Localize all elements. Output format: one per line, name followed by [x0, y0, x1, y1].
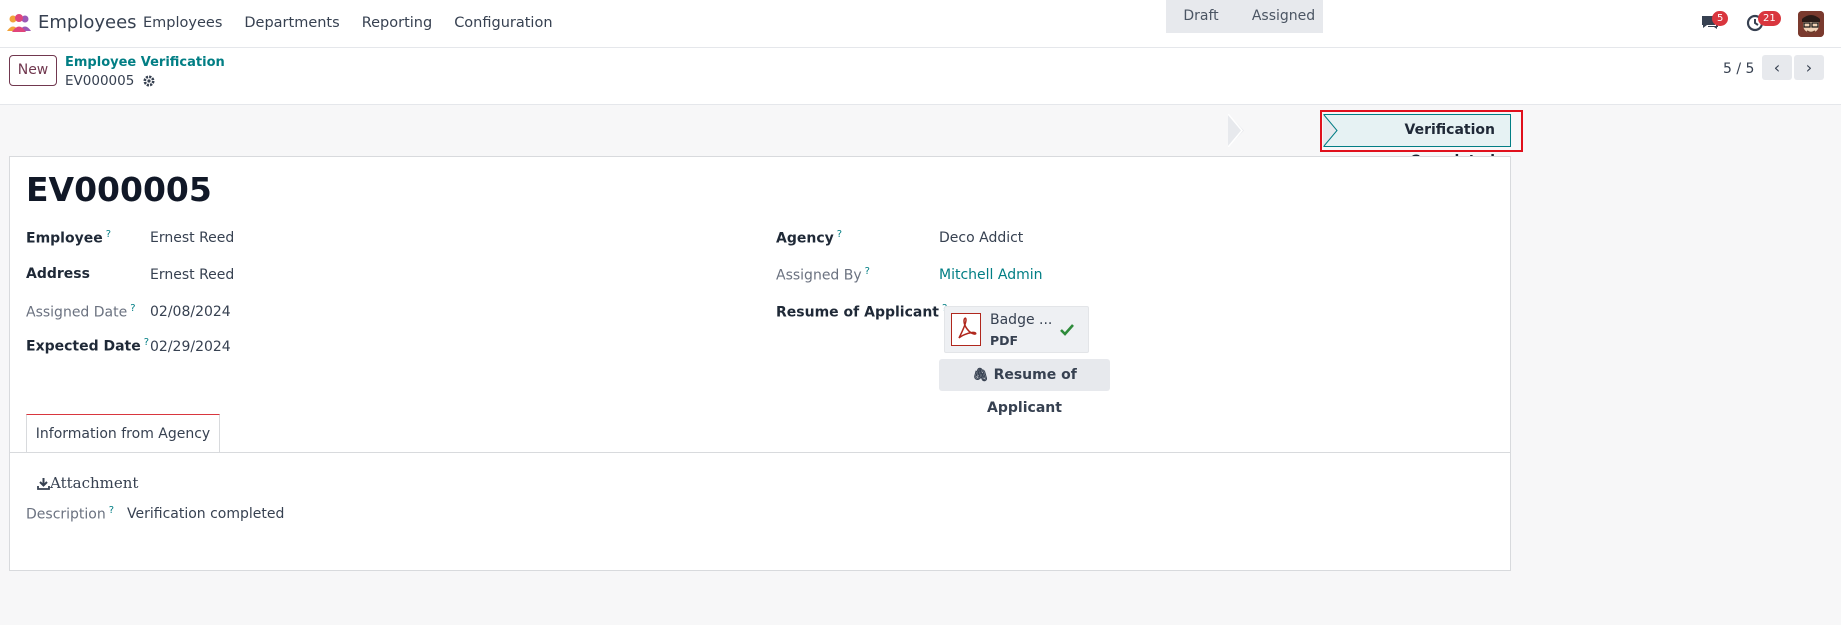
highlight-box [1320, 110, 1523, 152]
assigned-date-label-text: Assigned Date [26, 304, 128, 321]
stage-assigned[interactable]: Assigned [1236, 0, 1323, 33]
agency-field[interactable]: Deco Addict [939, 230, 1023, 246]
pdf-icon [951, 313, 981, 346]
employee-label: Employee? [26, 229, 111, 247]
expected-date-label: Expected Date? [26, 337, 149, 355]
employee-field[interactable]: Ernest Reed [150, 230, 234, 246]
app-name: Employees [38, 12, 137, 33]
employee-label-text: Employee [26, 230, 103, 247]
avatar-image [1798, 11, 1824, 37]
menu-reporting[interactable]: Reporting [362, 15, 433, 31]
assigned-by-link[interactable]: Mitchell Admin [939, 267, 1043, 283]
pager-next-button[interactable]: › [1794, 55, 1824, 80]
description-label: Description? [26, 505, 114, 523]
messages-badge: 5 [1712, 11, 1729, 26]
help-icon[interactable]: ? [144, 337, 149, 348]
new-button[interactable]: New [9, 55, 57, 86]
tab-information-from-agency[interactable]: Information from Agency [26, 414, 220, 453]
stage-separator-1 [1228, 114, 1244, 147]
menu-departments[interactable]: Departments [244, 15, 339, 31]
download-icon [37, 477, 50, 490]
help-icon[interactable]: ? [106, 229, 111, 240]
paperclip-icon: 🖇 [972, 368, 989, 383]
breadcrumb-employee-verification[interactable]: Employee Verification [65, 55, 225, 70]
resume-label: Resume of Applicant? [776, 303, 947, 321]
attachment-type: PDF [990, 333, 1019, 348]
chevron-left-icon: ‹ [1773, 58, 1781, 77]
pdf-acrobat-icon [958, 317, 977, 339]
user-avatar[interactable] [1798, 11, 1824, 37]
main-menu: Employees Departments Reporting Configur… [143, 15, 575, 31]
gear-icon[interactable] [142, 74, 156, 88]
app-switcher[interactable]: Employees [6, 12, 137, 33]
menu-employees[interactable]: Employees [143, 15, 222, 31]
agency-label: Agency? [776, 229, 842, 247]
stage-draft[interactable]: Draft [1166, 0, 1236, 33]
description-field[interactable]: Verification completed [127, 506, 284, 522]
breadcrumb-record-name: EV000005 [65, 73, 135, 89]
help-icon[interactable]: ? [837, 229, 842, 240]
menu-configuration[interactable]: Configuration [454, 15, 552, 31]
employees-app-icon [7, 13, 31, 32]
help-icon[interactable]: ? [109, 505, 114, 516]
tab-divider [9, 452, 1511, 453]
address-field[interactable]: Ernest Reed [150, 267, 234, 283]
record-title: EV000005 [26, 170, 212, 209]
assigned-date-label: Assigned Date? [26, 303, 136, 321]
attachment-field[interactable]: Attachment [37, 474, 138, 492]
attachment-card[interactable]: Badge ... PDF [944, 306, 1089, 353]
help-icon[interactable]: ? [865, 266, 870, 277]
description-label-text: Description [26, 506, 106, 523]
messages-button[interactable]: 5 [1700, 11, 1729, 36]
check-icon [1060, 324, 1074, 336]
assigned-date-field[interactable]: 02/08/2024 [150, 304, 231, 320]
activities-button[interactable]: 21 [1746, 11, 1781, 36]
attachment-name: Badge ... [990, 312, 1053, 328]
assigned-by-label-text: Assigned By [776, 267, 862, 284]
address-label: Address [26, 266, 90, 282]
breadcrumb-current: EV000005 [65, 73, 156, 89]
resume-upload-button[interactable]: 🖇 Resume of Applicant [939, 359, 1110, 416]
expected-date-label-text: Expected Date [26, 338, 141, 355]
pager-previous-button[interactable]: ‹ [1762, 55, 1792, 80]
resume-label-text: Resume of Applicant [776, 304, 939, 321]
chevron-right-icon: › [1805, 58, 1813, 77]
assigned-by-label: Assigned By? [776, 266, 870, 284]
help-icon[interactable]: ? [130, 303, 135, 314]
agency-label-text: Agency [776, 230, 834, 247]
control-panel: New Employee Verification EV000005 5 / 5… [0, 48, 1841, 105]
activities-badge: 21 [1758, 11, 1781, 26]
attachment-label: Attachment [50, 474, 139, 492]
pager-value[interactable]: 5 / 5 [1723, 61, 1754, 77]
top-navbar: Employees Employees Departments Reportin… [0, 0, 1841, 48]
expected-date-field[interactable]: 02/29/2024 [150, 339, 231, 355]
